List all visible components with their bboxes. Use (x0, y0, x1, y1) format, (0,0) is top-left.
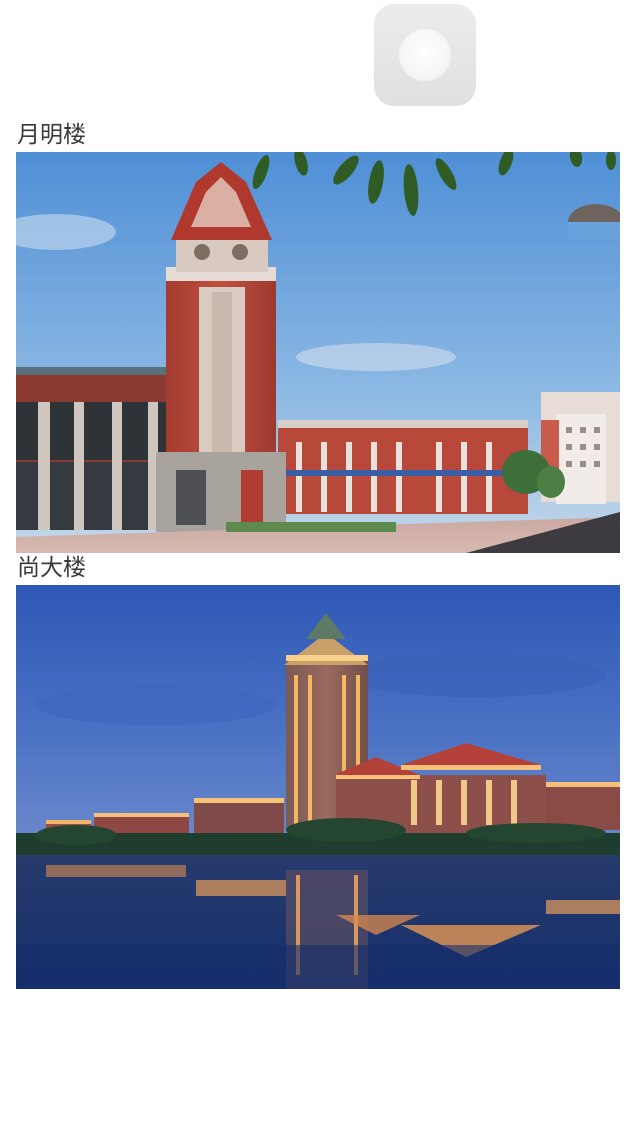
night-lake-illustration (16, 585, 620, 989)
circle-icon (399, 29, 451, 81)
clock-tower-photo[interactable] (16, 152, 620, 553)
section-caption-shangdabuilding: 尚大楼 (17, 555, 86, 581)
section-caption-yuemingbuilding: 月明楼 (17, 122, 86, 148)
clock-tower-illustration (16, 152, 620, 553)
night-lake-photo[interactable] (16, 585, 620, 989)
app-placeholder-icon[interactable] (374, 4, 476, 106)
